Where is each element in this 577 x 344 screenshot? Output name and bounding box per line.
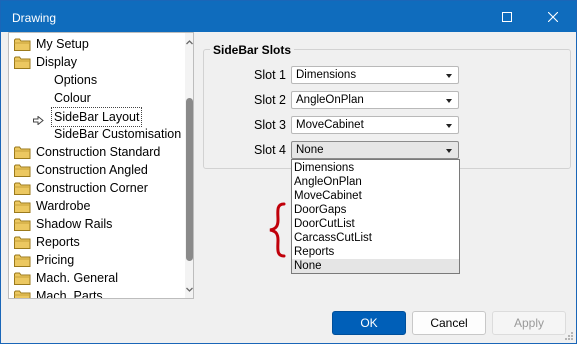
slot-4-combo[interactable]: None [291,141,459,159]
folder-icon [14,236,31,254]
tree-item-label: Mach. Parts [36,289,103,299]
slot-1-combo[interactable]: Dimensions [291,66,459,84]
ok-button[interactable]: OK [332,311,406,335]
tree-item-label: Colour [54,91,91,105]
arrow-right-icon [33,112,44,130]
window-title: Drawing [12,11,57,25]
folder-icon [14,182,31,200]
maximize-button[interactable] [484,1,530,32]
scroll-up-icon[interactable] [185,36,194,48]
slot-4-value: None [296,144,324,156]
slot-3-value: MoveCabinet [296,119,364,131]
folder-icon [14,254,31,272]
settings-tree[interactable]: My Setup Display Options Colour SideBar Layo… [8,32,194,299]
folder-icon [14,290,31,298]
tree-item-label: Display [36,55,77,69]
dropdown-option[interactable]: DoorGaps [292,203,459,217]
tree-item-label: Construction Corner [36,181,148,195]
folder-icon [14,38,31,56]
tree-item-label: Mach. General [36,271,118,285]
tree-scrollbar[interactable] [185,33,194,298]
slot-2-label: Slot 2 [254,93,286,107]
tree-item-label: Construction Angled [36,163,148,177]
scrollbar-thumb[interactable] [186,98,193,261]
slot-2-value: AngleOnPlan [296,94,364,106]
dropdown-option[interactable]: DoorCutList [292,217,459,231]
dropdown-option[interactable]: Reports [292,245,459,259]
cancel-button[interactable]: Cancel [412,311,486,335]
apply-button[interactable]: Apply [492,311,566,335]
dropdown-option[interactable]: Dimensions [292,161,459,175]
tree-item-label: SideBar Layout [51,107,143,127]
resize-grip-icon[interactable] [564,331,574,341]
slot-3-label: Slot 3 [254,118,286,132]
folder-icon [14,272,31,290]
slot-1-label: Slot 1 [254,68,286,82]
tree-item-label: Pricing [36,253,75,267]
slot-2-combo[interactable]: AngleOnPlan [291,91,459,109]
close-icon [548,11,558,22]
maximize-icon [502,11,512,22]
dropdown-option[interactable]: CarcassCutList [292,231,459,245]
chevron-down-icon [446,74,452,78]
folder-icon [14,218,31,236]
chevron-down-icon [446,149,452,153]
scroll-down-icon[interactable] [185,284,194,296]
dropdown-option[interactable]: None [292,259,459,273]
dropdown-option[interactable]: AngleOnPlan [292,175,459,189]
tree-item-label: Wardrobe [36,199,91,213]
drawing-dialog: Drawing My Setup Display Options Colour Side… [0,0,577,344]
tree-item-label: My Setup [36,37,89,51]
folder-icon [14,56,31,74]
tree-item-label: SideBar Customisation [54,127,182,141]
folder-icon [14,164,31,182]
slot-4-dropdown-list[interactable]: Dimensions AngleOnPlan MoveCabinet DoorGaps… [291,159,460,274]
chevron-down-icon [446,124,452,128]
tree-item-label: Reports [36,235,80,249]
dialog-footer: OK Cancel Apply [1,302,576,343]
tree-item-label: Options [54,73,98,87]
dropdown-option[interactable]: MoveCabinet [292,189,459,203]
tree-item-label: Shadow Rails [36,217,113,231]
chevron-down-icon [446,99,452,103]
folder-icon [14,200,31,218]
folder-icon [14,146,31,164]
slot-3-combo[interactable]: MoveCabinet [291,116,459,134]
group-title: SideBar Slots [210,43,295,57]
close-button[interactable] [530,1,576,32]
slot-1-value: Dimensions [296,69,357,81]
curly-brace-annotation [269,202,286,258]
title-bar[interactable]: Drawing [1,1,576,32]
slot-4-label: Slot 4 [254,143,286,157]
tree-item-label: Construction Standard [36,145,161,159]
